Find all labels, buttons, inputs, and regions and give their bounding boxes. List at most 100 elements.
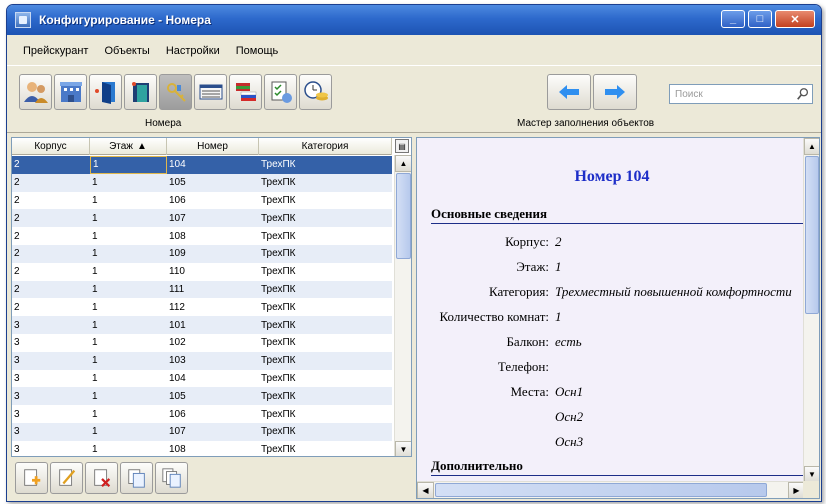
wizard-forward-button[interactable] — [593, 74, 637, 110]
table-row[interactable]: 2 1 104 ТрехПК — [12, 156, 392, 174]
cell-floor[interactable]: 1 — [90, 192, 167, 210]
menu-pricelist[interactable]: Прейскурант — [15, 45, 96, 57]
edit-button[interactable] — [50, 462, 83, 494]
cell-floor[interactable]: 1 — [90, 227, 167, 245]
cell-category[interactable]: ТрехПК — [259, 192, 392, 210]
detail-scroll-thumb[interactable] — [805, 156, 819, 314]
cell-floor[interactable]: 1 — [90, 156, 167, 174]
document-button[interactable] — [264, 74, 297, 110]
cell-building[interactable]: 3 — [12, 334, 90, 352]
cell-category[interactable]: ТрехПК — [259, 352, 392, 370]
cell-floor[interactable]: 1 — [90, 281, 167, 299]
cell-floor[interactable]: 1 — [90, 316, 167, 334]
column-header-floor[interactable]: Этаж ▲ — [90, 138, 167, 155]
table-row[interactable]: 3 1 101 ТрехПК — [12, 316, 392, 334]
table-row[interactable]: 2 1 110 ТрехПК — [12, 263, 392, 281]
entrance-button[interactable] — [89, 74, 122, 110]
cell-number[interactable]: 110 — [167, 263, 259, 281]
table-row[interactable]: 3 1 104 ТрехПК — [12, 370, 392, 388]
scroll-thumb[interactable] — [396, 173, 411, 259]
cell-number[interactable]: 111 — [167, 281, 259, 299]
cell-category[interactable]: ТрехПК — [259, 441, 392, 456]
close-button[interactable]: ✕ — [775, 10, 815, 28]
cell-floor[interactable]: 1 — [90, 405, 167, 423]
cell-building[interactable]: 3 — [12, 441, 90, 456]
cell-number[interactable]: 108 — [167, 441, 259, 456]
detail-scroll-left-icon[interactable]: ◀ — [417, 482, 434, 498]
table-row[interactable]: 3 1 108 ТрехПК — [12, 441, 392, 456]
duplicate-button[interactable] — [155, 462, 188, 494]
cell-floor[interactable]: 1 — [90, 387, 167, 405]
cell-category[interactable]: ТрехПК — [259, 245, 392, 263]
maximize-button[interactable]: □ — [748, 10, 772, 28]
table-row[interactable]: 2 1 109 ТрехПК — [12, 244, 392, 263]
cell-building[interactable]: 3 — [12, 387, 90, 405]
cell-number[interactable]: 104 — [167, 156, 259, 174]
cell-building[interactable]: 2 — [12, 263, 90, 281]
cell-category[interactable]: ТрехПК — [259, 387, 392, 405]
cell-floor[interactable]: 1 — [90, 209, 167, 227]
cell-floor[interactable]: 1 — [90, 263, 167, 281]
tariff-button[interactable] — [299, 74, 332, 110]
cell-building[interactable]: 2 — [12, 281, 90, 299]
cell-floor[interactable]: 1 — [90, 298, 167, 316]
column-header-category[interactable]: Категория — [259, 138, 392, 155]
flags-button[interactable] — [229, 74, 262, 110]
cell-number[interactable]: 107 — [167, 209, 259, 227]
cell-building[interactable]: 2 — [12, 298, 90, 316]
table-row[interactable]: 3 1 105 ТрехПК — [12, 387, 392, 406]
search-icon[interactable] — [794, 85, 812, 103]
cell-category[interactable]: ТрехПК — [259, 174, 392, 192]
wizard-back-button[interactable] — [547, 74, 591, 110]
cell-floor[interactable]: 1 — [90, 423, 167, 441]
cell-building[interactable]: 2 — [12, 209, 90, 227]
table-row[interactable]: 2 1 107 ТрехПК — [12, 209, 392, 228]
cell-category[interactable]: ТрехПК — [259, 334, 392, 352]
cell-number[interactable]: 106 — [167, 192, 259, 210]
cell-building[interactable]: 3 — [12, 405, 90, 423]
cell-category[interactable]: ТрехПК — [259, 405, 392, 423]
column-header-number[interactable]: Номер — [167, 138, 259, 155]
table-row[interactable]: 2 1 106 ТрехПК — [12, 192, 392, 210]
cell-building[interactable]: 3 — [12, 352, 90, 370]
table-row[interactable]: 3 1 107 ТрехПК — [12, 422, 392, 441]
cell-building[interactable]: 2 — [12, 156, 90, 174]
cell-building[interactable]: 3 — [12, 370, 90, 388]
cell-floor[interactable]: 1 — [90, 352, 167, 370]
cell-category[interactable]: ТрехПК — [259, 281, 392, 299]
column-header-building[interactable]: Корпус — [12, 138, 90, 155]
cell-floor[interactable]: 1 — [90, 441, 167, 456]
table-row[interactable]: 2 1 112 ТрехПК — [12, 298, 392, 316]
search-input[interactable] — [675, 88, 794, 100]
cell-category[interactable]: ТрехПК — [259, 227, 392, 245]
menu-objects[interactable]: Объекты — [96, 45, 157, 57]
cell-number[interactable]: 102 — [167, 334, 259, 352]
cell-category[interactable]: ТрехПК — [259, 370, 392, 388]
cell-number[interactable]: 104 — [167, 370, 259, 388]
menu-help[interactable]: Помощь — [228, 45, 287, 57]
cell-building[interactable]: 2 — [12, 192, 90, 210]
cell-number[interactable]: 106 — [167, 405, 259, 423]
cell-category[interactable]: ТрехПК — [259, 156, 392, 174]
add-button[interactable] — [15, 462, 48, 494]
grid-vertical-scrollbar[interactable]: ▲ ▼ — [394, 155, 411, 456]
cell-category[interactable]: ТрехПК — [259, 423, 392, 441]
users-button[interactable] — [19, 74, 52, 110]
cell-building[interactable]: 2 — [12, 245, 90, 263]
cell-number[interactable]: 109 — [167, 245, 259, 263]
delete-button[interactable] — [85, 462, 118, 494]
cell-number[interactable]: 107 — [167, 423, 259, 441]
keys-button[interactable] — [159, 74, 192, 110]
minimize-button[interactable]: _ — [721, 10, 745, 28]
cell-category[interactable]: ТрехПК — [259, 263, 392, 281]
detail-vertical-scrollbar[interactable]: ▲ ▼ — [803, 138, 819, 483]
scroll-up-icon[interactable]: ▲ — [395, 155, 411, 172]
table-row[interactable]: 3 1 106 ТрехПК — [12, 405, 392, 423]
cell-number[interactable]: 108 — [167, 227, 259, 245]
rooms-button[interactable] — [124, 74, 157, 110]
table-row[interactable]: 2 1 105 ТрехПК — [12, 173, 392, 192]
table-row[interactable]: 3 1 103 ТрехПК — [12, 351, 392, 370]
cell-category[interactable]: ТрехПК — [259, 298, 392, 316]
copy-button[interactable] — [120, 462, 153, 494]
cell-number[interactable]: 105 — [167, 387, 259, 405]
